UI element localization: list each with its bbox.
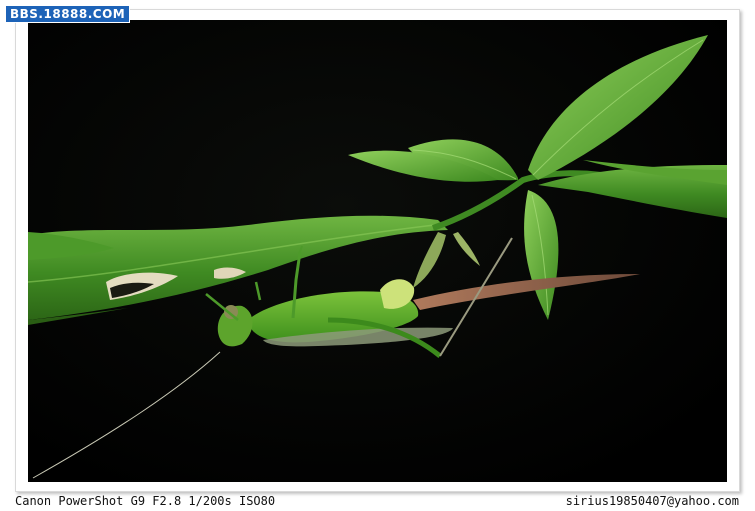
site-watermark: BBS.18888.COM (5, 5, 131, 23)
katydid-on-leaf-photo (28, 20, 727, 482)
page: BBS.18888.COM Canon PowerShot G9 F2.8 1/… (0, 0, 755, 511)
photo (28, 20, 727, 482)
author-email-caption: sirius19850407@yahoo.com (565, 494, 739, 508)
camera-info-caption: Canon PowerShot G9 F2.8 1/200s ISO80 (15, 494, 276, 508)
